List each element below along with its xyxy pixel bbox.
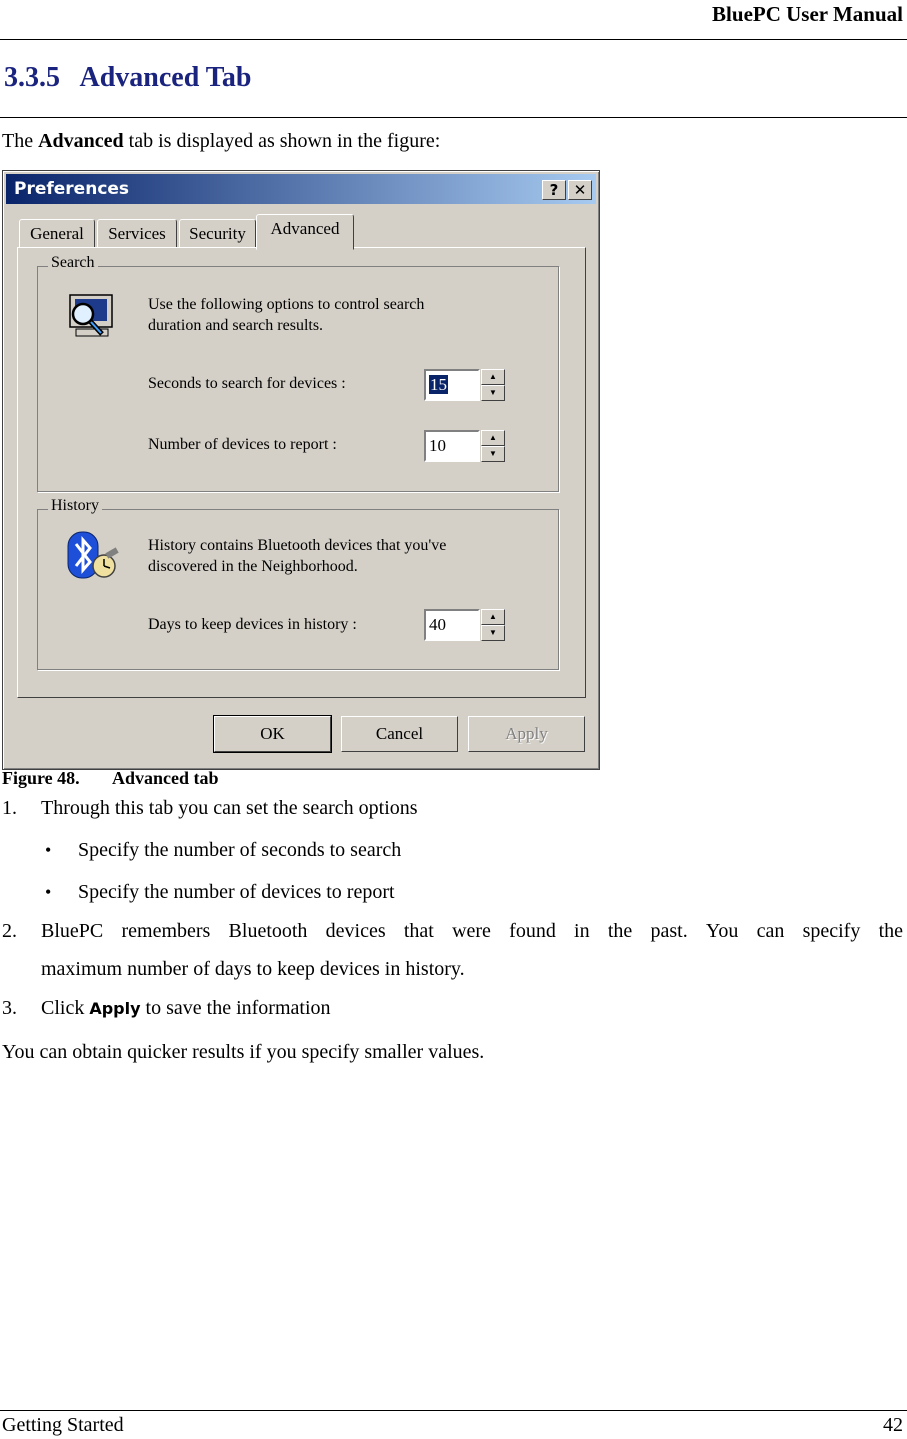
devices-down-arrow-icon[interactable]: ▼	[481, 446, 505, 462]
footer-chapter: Getting Started	[2, 1414, 124, 1436]
step-1-number: 1.	[2, 797, 17, 819]
tab-services[interactable]: Services	[97, 219, 177, 249]
seconds-input[interactable]: 15	[424, 369, 480, 401]
apply-keyword: Apply	[89, 999, 141, 1018]
step-2-word: in	[574, 920, 590, 942]
history-description-line1: History contains Bluetooth devices that …	[148, 537, 447, 554]
section-heading: 3.3.5 Advanced Tab	[4, 62, 251, 94]
section-number: 3.3.5	[4, 62, 60, 93]
dialog-title: Preferences	[14, 179, 130, 199]
step-2-word: You	[705, 920, 739, 942]
close-button[interactable]: ✕	[568, 180, 592, 200]
step-3-number: 3.	[2, 997, 17, 1019]
history-description-line2: discovered in the Neighborhood.	[148, 558, 358, 575]
step-2-word: BluePC	[41, 920, 104, 942]
intro-bold-word: Advanced	[38, 130, 124, 152]
seconds-up-arrow-icon[interactable]: ▲	[481, 369, 505, 385]
devices-stepper[interactable]: ▲ ▼	[481, 430, 505, 462]
help-button[interactable]: ?	[542, 180, 566, 200]
figure-number: Figure 48.	[2, 768, 80, 788]
bullet-1-text: Specify the number of seconds to search	[78, 839, 402, 861]
cancel-button[interactable]: Cancel	[341, 716, 458, 752]
days-stepper[interactable]: ▲ ▼	[481, 609, 505, 641]
devices-up-arrow-icon[interactable]: ▲	[481, 430, 505, 446]
bullet-2-text: Specify the number of devices to report	[78, 881, 395, 903]
footer-rule	[0, 1410, 907, 1411]
step-2-word: devices	[325, 920, 386, 942]
bluetooth-history-icon	[67, 531, 119, 579]
search-group-label: Search	[48, 254, 98, 272]
section-title: Advanced Tab	[79, 62, 252, 93]
tab-general[interactable]: General	[19, 219, 95, 249]
apply-button[interactable]: Apply	[468, 716, 585, 752]
search-description-line2: duration and search results.	[148, 317, 324, 334]
step-2-word: specify	[802, 920, 861, 942]
seconds-label: Seconds to search for devices :	[148, 375, 346, 392]
days-up-arrow-icon[interactable]: ▲	[481, 609, 505, 625]
page-header: BluePC User Manual	[0, 0, 907, 40]
step-3-text: Click Apply to save the information	[41, 997, 331, 1019]
bullet-1-icon: •	[45, 840, 52, 860]
dialog-titlebar: Preferences ? ✕	[6, 174, 596, 204]
days-down-arrow-icon[interactable]: ▼	[481, 625, 505, 641]
step-2-word: can	[756, 920, 785, 942]
tab-advanced[interactable]: Advanced	[256, 214, 354, 250]
search-description-line1: Use the following options to control sea…	[148, 296, 425, 313]
step-2-word: found	[509, 920, 556, 942]
section-rule	[0, 117, 907, 118]
step-2-word: that	[403, 920, 434, 942]
step-2-number: 2.	[2, 920, 17, 942]
figure-title: Advanced tab	[112, 768, 219, 788]
history-group-label: History	[48, 497, 102, 515]
manual-title: BluePC User Manual	[712, 2, 903, 26]
days-label: Days to keep devices in history :	[148, 616, 357, 633]
step-2-word: were	[452, 920, 491, 942]
closing-paragraph: You can obtain quicker results if you sp…	[2, 1041, 485, 1063]
step-2-word: remembers	[121, 920, 211, 942]
step-2-text-line2: maximum number of days to keep devices i…	[41, 958, 465, 980]
seconds-down-arrow-icon[interactable]: ▼	[481, 385, 505, 401]
computer-search-icon	[69, 294, 113, 337]
seconds-stepper[interactable]: ▲ ▼	[481, 369, 505, 401]
tab-security[interactable]: Security	[179, 219, 256, 249]
step-2-word: the	[607, 920, 633, 942]
ok-button[interactable]: OK	[213, 715, 332, 753]
step-2-word: past.	[650, 920, 688, 942]
devices-input[interactable]: 10	[424, 430, 480, 462]
intro-paragraph: The Advanced tab is displayed as shown i…	[2, 130, 441, 152]
step-2-word: Bluetooth	[228, 920, 308, 942]
step-2-word: the	[878, 920, 903, 942]
devices-label: Number of devices to report :	[148, 436, 337, 453]
figure-caption: Figure 48. Advanced tab	[2, 768, 219, 789]
step-2-text-line1: BluePC remembers Bluetooth devices that were f…	[41, 920, 903, 943]
bullet-2-icon: •	[45, 882, 52, 902]
seconds-value: 15	[429, 375, 448, 394]
days-input[interactable]: 40	[424, 609, 480, 641]
step-1-text: Through this tab you can set the search …	[41, 797, 418, 819]
page-number: 42	[883, 1414, 903, 1436]
